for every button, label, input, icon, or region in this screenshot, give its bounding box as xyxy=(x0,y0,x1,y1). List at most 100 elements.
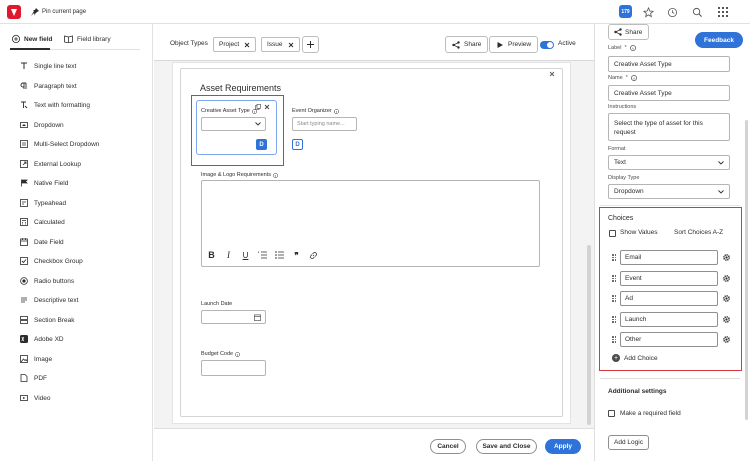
field-item-adobe-xd[interactable]: Adobe XD xyxy=(20,333,64,345)
field-item-calculated[interactable]: Calculated xyxy=(20,216,65,228)
event-organizer-input[interactable]: Start typing name... xyxy=(292,117,357,131)
canvas-scrollbar[interactable] xyxy=(587,245,591,425)
field-item-text-with-formatting[interactable]: Text with formatting xyxy=(20,99,90,111)
field-item-label: Multi-Select Dropdown xyxy=(34,140,100,148)
close-icon[interactable] xyxy=(288,42,294,48)
save-and-close-button[interactable]: Save and Close xyxy=(476,439,537,454)
instructions-textarea[interactable]: Select the type of asset for this reques… xyxy=(608,113,730,141)
budget-code-input[interactable] xyxy=(201,360,266,376)
object-type-chip-project[interactable]: Project xyxy=(213,37,257,52)
share-button[interactable]: Share xyxy=(445,36,489,53)
preview-button[interactable]: Preview xyxy=(489,36,539,53)
add-logic-button[interactable]: Add Logic xyxy=(608,435,649,450)
cancel-button[interactable]: Cancel xyxy=(430,439,466,454)
italic-icon[interactable]: I xyxy=(224,250,233,260)
field-item-label: Image xyxy=(34,355,53,363)
info-icon xyxy=(333,108,339,114)
apps-grid-icon[interactable] xyxy=(716,5,730,19)
quote-icon[interactable]: ❞ xyxy=(292,250,301,260)
pin-label: Pin current page xyxy=(42,9,87,15)
field-item-pdf[interactable]: PDF xyxy=(20,372,47,384)
typeahead-icon xyxy=(20,199,28,207)
field-item-paragraph-text[interactable]: Paragraph text xyxy=(20,80,77,92)
field-item-label: Checkbox Group xyxy=(34,257,83,265)
rich-text-icon xyxy=(20,101,28,109)
field-item-label: PDF xyxy=(34,374,47,382)
event-organizer-label-wrap: Event Organizer xyxy=(292,108,339,114)
share-button[interactable]: Share xyxy=(608,24,649,40)
label-field-label-wrap: Label * xyxy=(608,45,636,51)
required-field-checkbox[interactable] xyxy=(608,410,615,417)
feedback-button[interactable]: Feedback xyxy=(695,32,743,48)
plus-icon xyxy=(306,40,315,49)
pin-page-button[interactable]: Pin current page xyxy=(31,6,86,18)
field-item-descriptive-text[interactable]: Descriptive text xyxy=(20,294,78,306)
info-icon xyxy=(273,172,278,178)
text-cursor-icon xyxy=(20,62,28,70)
field-item-label: Text with formatting xyxy=(34,101,90,109)
object-type-chip-issue[interactable]: Issue xyxy=(261,37,300,52)
default-field-badge: D xyxy=(292,139,303,150)
lookup-icon xyxy=(20,160,28,168)
apply-button[interactable]: Apply xyxy=(545,439,581,454)
field-item-label: External Lookup xyxy=(34,160,81,168)
field-item-label: Section Break xyxy=(34,316,75,324)
field-item-typeahead[interactable]: Typeahead xyxy=(20,197,66,209)
calculator-icon xyxy=(20,218,28,226)
field-item-video[interactable]: Video xyxy=(20,392,51,404)
active-toggle[interactable] xyxy=(540,41,554,49)
close-icon[interactable] xyxy=(244,42,250,48)
bold-icon[interactable]: B xyxy=(207,250,216,260)
notification-badge[interactable]: 179 xyxy=(619,5,632,18)
share-label: Share xyxy=(625,28,643,36)
field-item-label: Calculated xyxy=(34,218,65,226)
field-item-image[interactable]: Image xyxy=(20,353,52,365)
ordered-list-icon[interactable] xyxy=(258,250,267,260)
label-input[interactable]: Creative Asset Type xyxy=(608,56,730,72)
required-asterisk-icon: * xyxy=(625,75,628,81)
history-icon[interactable] xyxy=(665,5,679,19)
display-type-select[interactable]: Dropdown xyxy=(608,184,730,199)
display-type-value: Dropdown xyxy=(614,188,644,195)
name-input[interactable]: Creative Asset Type xyxy=(608,85,730,101)
chevron-down-icon xyxy=(718,160,724,165)
flag-icon xyxy=(20,179,28,187)
field-item-label: Native Field xyxy=(34,179,69,187)
launch-date-input[interactable] xyxy=(201,310,266,324)
add-object-type-button[interactable] xyxy=(302,36,319,53)
properties-scrollbar[interactable] xyxy=(745,120,748,420)
field-item-date-field[interactable]: Date Field xyxy=(20,236,64,248)
field-item-single-line-text[interactable]: Single line text xyxy=(20,60,76,72)
field-item-external-lookup[interactable]: External Lookup xyxy=(20,158,81,170)
calendar-icon[interactable] xyxy=(254,314,261,321)
field-item-checkbox-group[interactable]: Checkbox Group xyxy=(20,255,83,267)
star-icon[interactable] xyxy=(641,5,655,19)
multi-dropdown-icon xyxy=(20,140,28,148)
format-select[interactable]: Text xyxy=(608,155,730,170)
info-icon xyxy=(235,351,241,357)
launch-date-label: Launch Date xyxy=(201,301,233,307)
tab-field-library[interactable]: Field library xyxy=(64,35,111,43)
tab-new-field[interactable]: New field xyxy=(12,35,53,43)
display-type-label: Display Type xyxy=(608,175,640,181)
bullet-list-icon[interactable] xyxy=(275,250,284,260)
field-item-native-field[interactable]: Native Field xyxy=(20,177,68,189)
info-icon xyxy=(630,75,637,81)
dropdown-icon xyxy=(20,121,28,129)
field-item-multi-select-dropdown[interactable]: Multi-Select Dropdown xyxy=(20,138,99,150)
link-icon[interactable] xyxy=(309,250,318,260)
tab-new-field-label: New field xyxy=(24,35,53,43)
field-item-radio-buttons[interactable]: Radio buttons xyxy=(20,275,74,287)
info-icon xyxy=(629,45,636,51)
field-item-label: Adobe XD xyxy=(34,335,64,343)
app-logo-icon[interactable] xyxy=(7,5,21,19)
search-icon[interactable] xyxy=(690,5,704,19)
field-item-label: Single line text xyxy=(34,62,77,70)
top-bar xyxy=(0,0,750,24)
field-item-section-break[interactable]: Section Break xyxy=(20,314,74,326)
underline-icon[interactable]: U xyxy=(241,250,250,260)
field-item-dropdown[interactable]: Dropdown xyxy=(20,119,64,131)
field-item-label: Typeahead xyxy=(34,199,67,207)
preview-label: Preview xyxy=(508,41,532,48)
close-icon[interactable] xyxy=(549,71,555,77)
